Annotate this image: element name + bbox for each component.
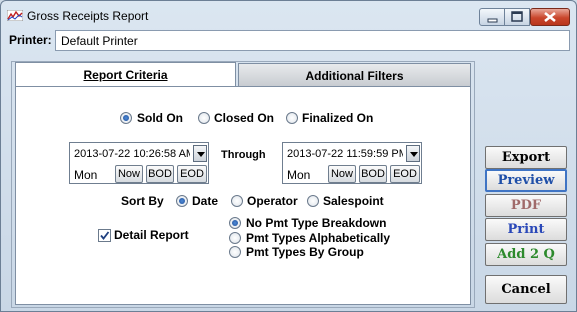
radio-sort-date-label: Date [192, 194, 219, 208]
radio-pmt-by-group-label: Pmt Types By Group [246, 245, 364, 259]
detail-report-checkbox[interactable] [98, 229, 111, 242]
start-datetime-value[interactable]: 2013-07-22 10:26:58 AM [74, 148, 190, 160]
app-icon [7, 10, 23, 21]
printer-label: Printer: [9, 33, 52, 47]
radio-closed-on-label: Closed On [214, 111, 275, 125]
minimize-icon [487, 18, 498, 23]
radio-sort-salespoint[interactable] [307, 195, 319, 207]
preview-button[interactable]: Preview [485, 169, 567, 192]
window-title: Gross Receipts Report [27, 9, 149, 23]
radio-sort-operator[interactable] [231, 195, 243, 207]
end-eod-button[interactable]: EOD [390, 165, 420, 183]
radio-pmt-alphabetically[interactable] [229, 232, 241, 244]
radio-sold-on[interactable] [120, 112, 132, 124]
start-now-button[interactable]: Now [115, 165, 143, 183]
tab-report-criteria-label: Report Criteria [83, 68, 168, 82]
pdf-button[interactable]: PDF [485, 194, 567, 217]
dropdown-arrow-icon[interactable] [406, 145, 420, 162]
radio-sort-operator-label: Operator [247, 194, 298, 208]
radio-sort-date[interactable] [176, 195, 188, 207]
export-button[interactable]: Export [485, 146, 567, 169]
print-button[interactable]: Print [485, 218, 567, 241]
radio-no-pmt-breakdown[interactable] [229, 217, 241, 229]
end-datetime-value[interactable]: 2013-07-22 11:59:59 PM [287, 148, 403, 160]
maximize-button[interactable] [504, 8, 530, 26]
tab-report-criteria[interactable]: Report Criteria [15, 62, 236, 86]
radio-sold-on-label: Sold On [137, 111, 183, 125]
close-icon [544, 11, 556, 23]
tab-additional-filters[interactable]: Additional Filters [238, 63, 471, 87]
radio-sort-salespoint-label: Salespoint [323, 194, 384, 208]
end-datetime-picker[interactable]: 2013-07-22 11:59:59 PM Mon Now BOD EOD [282, 142, 422, 184]
detail-report-label: Detail Report [114, 228, 189, 242]
start-bod-button[interactable]: BOD [146, 165, 174, 183]
radio-no-pmt-breakdown-label: No Pmt Type Breakdown [246, 216, 387, 230]
start-day-label: Mon [74, 168, 98, 182]
minimize-button[interactable] [479, 8, 505, 26]
radio-finalized-on[interactable] [286, 112, 298, 124]
start-eod-button[interactable]: EOD [177, 165, 207, 183]
printer-field[interactable]: Default Printer [55, 30, 570, 51]
radio-closed-on[interactable] [198, 112, 210, 124]
dropdown-arrow-icon[interactable] [193, 145, 207, 162]
title-bar: Gross Receipts Report [1, 1, 576, 31]
radio-finalized-on-label: Finalized On [302, 111, 374, 125]
checkmark-icon [100, 231, 110, 240]
radio-pmt-alphabetically-label: Pmt Types Alphabetically [246, 231, 391, 245]
end-bod-button[interactable]: BOD [359, 165, 387, 183]
add-to-queue-button[interactable]: Add 2 Q [485, 243, 567, 266]
through-label: Through [221, 149, 266, 161]
cancel-button[interactable]: Cancel [485, 275, 567, 304]
start-datetime-picker[interactable]: 2013-07-22 10:26:58 AM Mon Now BOD EOD [69, 142, 209, 184]
maximize-icon [511, 11, 523, 22]
radio-pmt-by-group[interactable] [229, 246, 241, 258]
tab-additional-filters-label: Additional Filters [305, 69, 404, 83]
end-now-button[interactable]: Now [328, 165, 356, 183]
end-day-label: Mon [287, 168, 311, 182]
sort-by-label: Sort By [121, 194, 164, 208]
report-window: Gross Receipts Report Printer: Default P… [0, 0, 577, 312]
close-button[interactable] [530, 8, 570, 26]
